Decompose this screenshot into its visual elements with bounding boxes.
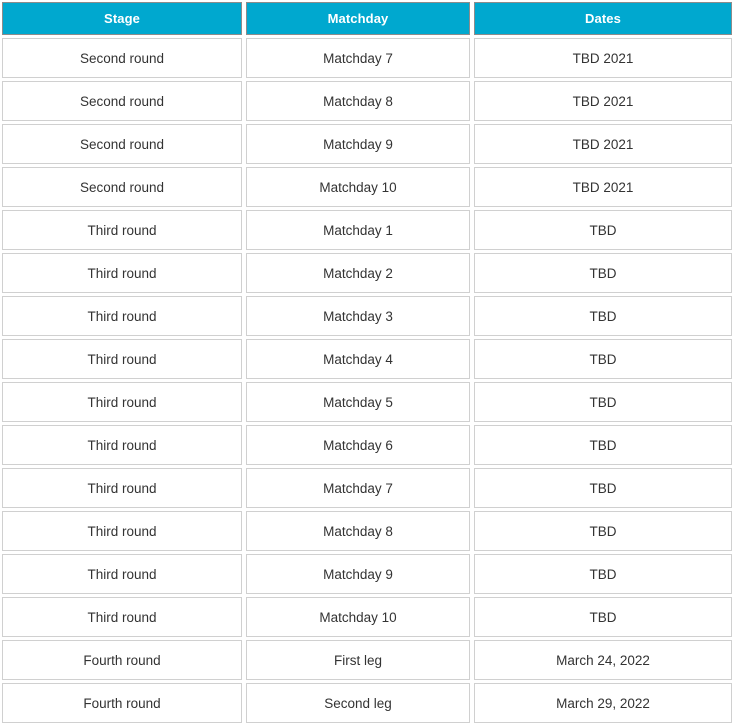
cell-matchday: Matchday 1 xyxy=(246,210,470,250)
cell-dates: March 24, 2022 xyxy=(474,640,732,680)
cell-stage: Third round xyxy=(2,339,242,379)
table-row: Second round Matchday 9 TBD 2021 xyxy=(2,124,732,164)
table-body: Second round Matchday 7 TBD 2021 Second rou… xyxy=(2,38,732,723)
cell-dates: TBD 2021 xyxy=(474,167,732,207)
cell-matchday: Matchday 5 xyxy=(246,382,470,422)
cell-dates: TBD xyxy=(474,253,732,293)
table-row: Third round Matchday 6 TBD xyxy=(2,425,732,465)
cell-stage: Third round xyxy=(2,253,242,293)
table-row: Third round Matchday 10 TBD xyxy=(2,597,732,637)
table-row: Fourth round Second leg March 29, 2022 xyxy=(2,683,732,723)
column-header-stage[interactable]: Stage xyxy=(2,2,242,35)
table-row: Third round Matchday 3 TBD xyxy=(2,296,732,336)
table-row: Third round Matchday 4 TBD xyxy=(2,339,732,379)
cell-dates: TBD xyxy=(474,425,732,465)
table-row: Third round Matchday 8 TBD xyxy=(2,511,732,551)
cell-matchday: Matchday 7 xyxy=(246,468,470,508)
table-row: Second round Matchday 7 TBD 2021 xyxy=(2,38,732,78)
cell-stage: Second round xyxy=(2,167,242,207)
cell-matchday: Matchday 8 xyxy=(246,511,470,551)
cell-dates: TBD xyxy=(474,339,732,379)
cell-stage: Fourth round xyxy=(2,640,242,680)
table-row: Second round Matchday 8 TBD 2021 xyxy=(2,81,732,121)
cell-matchday: Matchday 9 xyxy=(246,554,470,594)
cell-dates: TBD 2021 xyxy=(474,124,732,164)
table-row: Third round Matchday 7 TBD xyxy=(2,468,732,508)
table-row: Third round Matchday 9 TBD xyxy=(2,554,732,594)
cell-stage: Third round xyxy=(2,511,242,551)
cell-stage: Third round xyxy=(2,468,242,508)
cell-dates: TBD xyxy=(474,210,732,250)
cell-matchday: Matchday 6 xyxy=(246,425,470,465)
cell-stage: Third round xyxy=(2,554,242,594)
cell-matchday: Matchday 2 xyxy=(246,253,470,293)
cell-stage: Third round xyxy=(2,425,242,465)
competition-schedule-table: Stage Matchday Dates Second round Matchda… xyxy=(0,0,732,726)
cell-stage: Second round xyxy=(2,124,242,164)
table-row: Fourth round First leg March 24, 2022 xyxy=(2,640,732,680)
cell-dates: TBD xyxy=(474,296,732,336)
cell-dates: TBD xyxy=(474,554,732,594)
table-row: Third round Matchday 2 TBD xyxy=(2,253,732,293)
cell-stage: Third round xyxy=(2,382,242,422)
cell-stage: Third round xyxy=(2,210,242,250)
cell-stage: Second round xyxy=(2,81,242,121)
cell-matchday: Matchday 7 xyxy=(246,38,470,78)
cell-matchday: First leg xyxy=(246,640,470,680)
cell-dates: TBD 2021 xyxy=(474,38,732,78)
cell-stage: Fourth round xyxy=(2,683,242,723)
cell-dates: TBD xyxy=(474,382,732,422)
cell-matchday: Second leg xyxy=(246,683,470,723)
cell-matchday: Matchday 4 xyxy=(246,339,470,379)
table-row: Third round Matchday 5 TBD xyxy=(2,382,732,422)
schedule-table-container: Stage Matchday Dates Second round Matchda… xyxy=(0,0,732,726)
cell-dates: TBD xyxy=(474,597,732,637)
cell-stage: Third round xyxy=(2,296,242,336)
cell-dates: TBD 2021 xyxy=(474,81,732,121)
cell-matchday: Matchday 3 xyxy=(246,296,470,336)
table-header: Stage Matchday Dates xyxy=(2,2,732,35)
cell-matchday: Matchday 8 xyxy=(246,81,470,121)
cell-stage: Second round xyxy=(2,38,242,78)
cell-stage: Third round xyxy=(2,597,242,637)
cell-matchday: Matchday 10 xyxy=(246,167,470,207)
column-header-dates[interactable]: Dates xyxy=(474,2,732,35)
table-row: Second round Matchday 10 TBD 2021 xyxy=(2,167,732,207)
cell-matchday: Matchday 9 xyxy=(246,124,470,164)
table-row: Third round Matchday 1 TBD xyxy=(2,210,732,250)
cell-dates: TBD xyxy=(474,468,732,508)
cell-matchday: Matchday 10 xyxy=(246,597,470,637)
header-row: Stage Matchday Dates xyxy=(2,2,732,35)
cell-dates: March 29, 2022 xyxy=(474,683,732,723)
cell-dates: TBD xyxy=(474,511,732,551)
column-header-matchday[interactable]: Matchday xyxy=(246,2,470,35)
